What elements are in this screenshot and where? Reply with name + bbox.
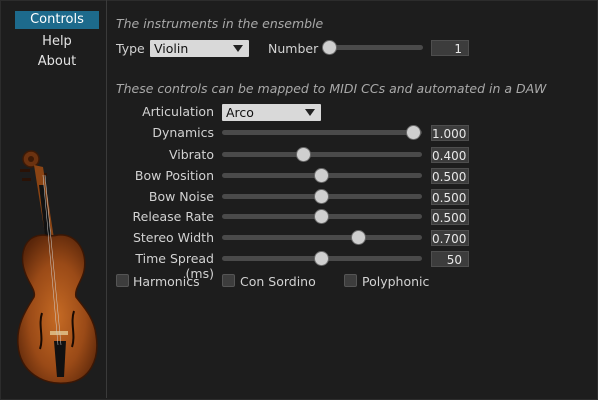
slider-thumb[interactable] <box>350 230 366 245</box>
release-rate-value-box[interactable]: 0.500 <box>431 209 469 225</box>
chevron-down-icon <box>233 45 243 52</box>
con-sordino-label: Con Sordino <box>240 274 316 289</box>
number-slider-track <box>322 45 423 50</box>
bow-noise-slider[interactable] <box>222 188 422 206</box>
time-spread-value-box[interactable]: 50 <box>431 251 469 267</box>
release-rate-slider[interactable] <box>222 208 422 226</box>
sidebar: Controls Help About <box>0 0 107 398</box>
vibrato-value-box[interactable]: 0.400 <box>431 147 469 163</box>
dynamics-label: Dynamics <box>152 125 214 140</box>
bow-noise-value-box[interactable]: 0.500 <box>431 189 469 205</box>
dynamics-slider[interactable] <box>222 124 422 142</box>
type-select[interactable]: Violin <box>150 40 249 57</box>
slider-thumb[interactable] <box>314 251 329 266</box>
bow-position-slider[interactable] <box>222 167 422 185</box>
con-sordino-checkbox[interactable] <box>222 274 235 287</box>
number-label: Number <box>268 41 319 56</box>
nav-item-controls[interactable]: Controls <box>15 11 99 29</box>
number-slider-thumb[interactable] <box>322 40 337 55</box>
slider-thumb[interactable] <box>295 147 311 162</box>
harmonics-label: Harmonics <box>133 274 200 289</box>
type-label: Type <box>116 41 145 56</box>
stereo-width-value-box[interactable]: 0.700 <box>431 230 469 246</box>
harmonics-checkbox[interactable] <box>116 274 129 287</box>
stereo-width-label: Stereo Width <box>132 230 214 245</box>
articulation-label: Articulation <box>142 104 214 119</box>
nav-item-about[interactable]: About <box>15 53 99 71</box>
bow-position-label: Bow Position <box>134 168 214 183</box>
polyphonic-label: Polyphonic <box>362 274 430 289</box>
articulation-select[interactable]: Arco <box>222 104 321 121</box>
dynamics-value-box[interactable]: 1.000 <box>431 125 469 141</box>
number-slider[interactable] <box>322 39 423 57</box>
release-rate-label: Release Rate <box>132 209 214 224</box>
controls-panel: The instruments in the ensemble Type Vio… <box>107 0 598 400</box>
time-spread-slider[interactable] <box>222 250 422 268</box>
chevron-down-icon <box>305 109 315 116</box>
vibrato-label: Vibrato <box>168 147 214 162</box>
bow-noise-label: Bow Noise <box>148 189 214 204</box>
midi-heading: These controls can be mapped to MIDI CCs… <box>116 81 547 96</box>
slider-track <box>222 152 422 157</box>
bow-position-value-box[interactable]: 0.500 <box>431 168 469 184</box>
nav-item-help[interactable]: Help <box>15 33 99 51</box>
slider-thumb[interactable] <box>314 209 329 224</box>
vibrato-slider[interactable] <box>222 146 422 164</box>
slider-thumb[interactable] <box>406 125 421 140</box>
polyphonic-checkbox[interactable] <box>344 274 357 287</box>
slider-track <box>222 235 422 240</box>
slider-thumb[interactable] <box>314 168 329 183</box>
stereo-width-slider[interactable] <box>222 229 422 247</box>
ensemble-heading: The instruments in the ensemble <box>116 16 324 31</box>
slider-track <box>222 130 422 135</box>
number-value-box[interactable]: 1 <box>431 40 469 56</box>
articulation-select-value: Arco <box>226 105 254 120</box>
violin-image <box>17 150 98 384</box>
type-select-value: Violin <box>154 41 189 56</box>
slider-thumb[interactable] <box>314 189 329 204</box>
